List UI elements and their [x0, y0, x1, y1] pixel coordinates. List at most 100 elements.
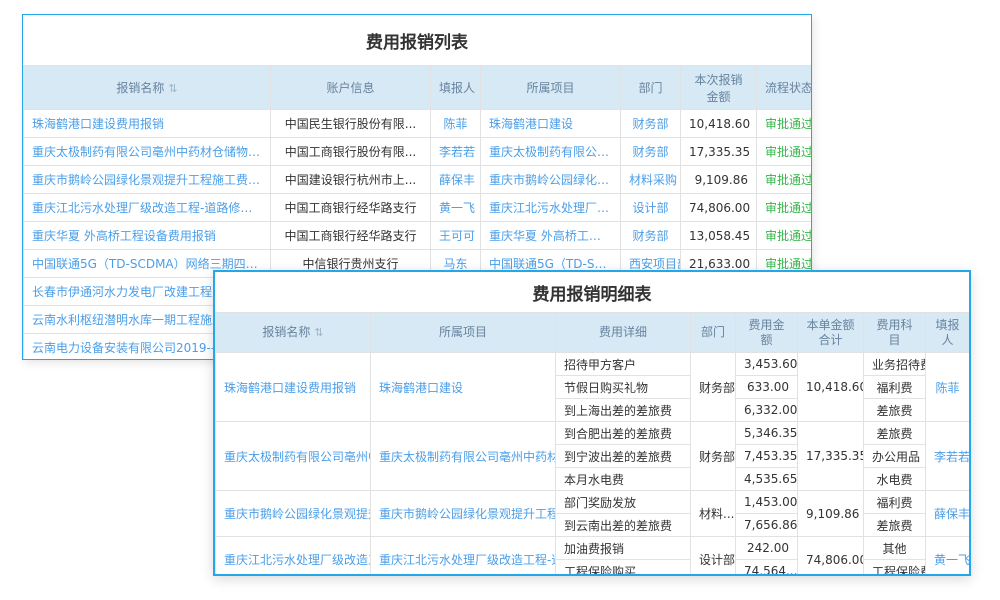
table-row: 重庆市鹅岭公园绿化景观提升工程施工费用报销 中国建设银行杭州市上... 薛保丰 …	[24, 166, 812, 194]
filler-link[interactable]: 黄一飞	[431, 194, 481, 222]
expense-detail-cell: 到宁波出差的差旅费	[556, 445, 691, 468]
col-header-expense-amount: 费用金额	[736, 313, 798, 353]
expense-detail-cell: 工程保险购买	[556, 560, 691, 577]
report-name-link[interactable]: 珠海鹤港口建设费用报销	[24, 110, 271, 138]
project-link[interactable]: 重庆江北污水处理厂级改造工程-道路修复工	[371, 537, 556, 577]
expense-detail-title: 费用报销明细表	[215, 272, 969, 312]
expense-detail-cell: 到上海出差的差旅费	[556, 399, 691, 422]
project-link[interactable]: 重庆市鹅岭公园绿化景观提升工程施工	[371, 491, 556, 537]
col-header-report-name[interactable]: 报销名称⇅	[24, 66, 271, 110]
expense-subject-cell: 差旅费	[864, 514, 926, 537]
sort-icon[interactable]: ⇅	[168, 82, 177, 95]
project-link[interactable]: 珠海鹤港口建设	[481, 110, 621, 138]
col-header-report-name[interactable]: 报销名称⇅	[216, 313, 371, 353]
account-cell: 中国建设银行杭州市上...	[271, 166, 431, 194]
expense-subject-cell: 差旅费	[864, 422, 926, 445]
report-name-link[interactable]: 重庆太极制药有限公司亳州中药材	[216, 422, 371, 491]
total-amount-cell: 74,806.00	[798, 537, 864, 577]
expense-detail-cell: 到合肥出差的差旅费	[556, 422, 691, 445]
expense-subject-cell: 其他	[864, 537, 926, 560]
amount-cell: 13,058.45	[681, 222, 757, 250]
expense-subject-cell: 福利费	[864, 376, 926, 399]
col-header-total-amount: 本单金额合计	[798, 313, 864, 353]
account-cell: 中国工商银行经华路支行	[271, 194, 431, 222]
expense-detail-cell: 节假日购买礼物	[556, 376, 691, 399]
total-amount-cell: 10,418.60	[798, 353, 864, 422]
amount-cell: 74,806.00	[681, 194, 757, 222]
project-link[interactable]: 重庆太极制药有限公司亳州中药材仓储物流	[371, 422, 556, 491]
expense-detail-cell: 到云南出差的差旅费	[556, 514, 691, 537]
table-row: 重庆华夏 外高桥工程设备费用报销 中国工商银行经华路支行 王可可 重庆华夏 外高…	[24, 222, 812, 250]
filler-link[interactable]: 黄一飞	[926, 537, 970, 577]
status-badge: 审批通过	[757, 166, 812, 194]
department-cell: 财务部	[691, 353, 736, 422]
col-header-project: 所属项目	[481, 66, 621, 110]
status-badge: 审批通过	[757, 222, 812, 250]
table-row: 重庆太极制药有限公司亳州中药材仓储物流基地项... 中国工商银行股份有限... …	[24, 138, 812, 166]
expense-detail-cell: 加油费报销	[556, 537, 691, 560]
filler-link[interactable]: 薛保丰	[431, 166, 481, 194]
expense-subject-cell: 工程保险费	[864, 560, 926, 577]
amount-cell: 17,335.35	[681, 138, 757, 166]
expense-amount-cell: 7,453.35	[736, 445, 798, 468]
department-link[interactable]: 财务部	[621, 138, 681, 166]
sort-icon[interactable]: ⇅	[314, 326, 323, 339]
report-name-link[interactable]: 重庆华夏 外高桥工程设备费用报销	[24, 222, 271, 250]
report-name-link[interactable]: 重庆太极制药有限公司亳州中药材仓储物流基地项...	[24, 138, 271, 166]
department-link[interactable]: 财务部	[621, 110, 681, 138]
department-link[interactable]: 设计部	[621, 194, 681, 222]
expense-subject-cell: 水电费	[864, 468, 926, 491]
department-link[interactable]: 材料采购	[621, 166, 681, 194]
account-cell: 中国工商银行经华路支行	[271, 222, 431, 250]
expense-amount-cell: 7,656.86	[736, 514, 798, 537]
expense-amount-cell: 1,453.00	[736, 491, 798, 514]
amount-cell: 10,418.60	[681, 110, 757, 138]
col-header-department: 部门	[691, 313, 736, 353]
report-name-link[interactable]: 重庆市鹅岭公园绿化景观提升工程施工费用报销	[24, 166, 271, 194]
col-header-status: 流程状态	[757, 66, 812, 110]
amount-cell: 9,109.86	[681, 166, 757, 194]
detail-row: 重庆太极制药有限公司亳州中药材 重庆太极制药有限公司亳州中药材仓储物流 到合肥出…	[216, 422, 970, 445]
expense-list-title: 费用报销列表	[23, 15, 811, 65]
total-amount-cell: 17,335.35	[798, 422, 864, 491]
expense-detail-window: 费用报销明细表 报销名称⇅ 所属项目 费用详细 部门 费用金额 本单金额合计 费…	[213, 270, 971, 576]
col-header-expense-subject: 费用科目	[864, 313, 926, 353]
department-cell: 材料...	[691, 491, 736, 537]
expense-amount-cell: 6,332.00	[736, 399, 798, 422]
filler-link[interactable]: 王可可	[431, 222, 481, 250]
project-link[interactable]: 珠海鹤港口建设	[371, 353, 556, 422]
col-header-account-info: 账户信息	[271, 66, 431, 110]
status-badge: 审批通过	[757, 138, 812, 166]
expense-subject-cell: 办公用品	[864, 445, 926, 468]
account-cell: 中国民生银行股份有限...	[271, 110, 431, 138]
filler-link[interactable]: 薛保丰	[926, 491, 970, 537]
expense-amount-cell: 74,564...	[736, 560, 798, 577]
report-name-link[interactable]: 重庆江北污水处理厂级改造工程-	[216, 537, 371, 577]
report-name-link[interactable]: 珠海鹤港口建设费用报销	[216, 353, 371, 422]
project-link[interactable]: 重庆华夏 外高桥工程设备	[481, 222, 621, 250]
expense-amount-cell: 4,535.65	[736, 468, 798, 491]
expense-amount-cell: 242.00	[736, 537, 798, 560]
department-link[interactable]: 财务部	[621, 222, 681, 250]
expense-list-header-row: 报销名称⇅ 账户信息 填报人 所属项目 部门 本次报销金额 流程状态	[24, 66, 812, 110]
col-header-amount: 本次报销金额	[681, 66, 757, 110]
report-name-link[interactable]: 重庆江北污水处理厂级改造工程-道路修复工程费用...	[24, 194, 271, 222]
expense-amount-cell: 633.00	[736, 376, 798, 399]
project-link[interactable]: 重庆江北污水处理厂级改造工...	[481, 194, 621, 222]
expense-detail-table: 报销名称⇅ 所属项目 费用详细 部门 费用金额 本单金额合计 费用科目 填报人 …	[215, 312, 970, 576]
filler-link[interactable]: 陈菲	[926, 353, 970, 422]
expense-amount-cell: 3,453.60	[736, 353, 798, 376]
col-header-filler: 填报人	[926, 313, 970, 353]
report-name-link[interactable]: 重庆市鹅岭公园绿化景观提升工程	[216, 491, 371, 537]
filler-link[interactable]: 李若若	[926, 422, 970, 491]
table-row: 珠海鹤港口建设费用报销 中国民生银行股份有限... 陈菲 珠海鹤港口建设 财务部…	[24, 110, 812, 138]
filler-link[interactable]: 陈菲	[431, 110, 481, 138]
department-cell: 财务部	[691, 422, 736, 491]
project-link[interactable]: 重庆太极制药有限公司亳州中...	[481, 138, 621, 166]
expense-detail-cell: 本月水电费	[556, 468, 691, 491]
detail-row: 重庆江北污水处理厂级改造工程- 重庆江北污水处理厂级改造工程-道路修复工 加油费…	[216, 537, 970, 560]
expense-subject-cell: 福利费	[864, 491, 926, 514]
project-link[interactable]: 重庆市鹅岭公园绿化景观提升...	[481, 166, 621, 194]
filler-link[interactable]: 李若若	[431, 138, 481, 166]
account-cell: 中国工商银行股份有限...	[271, 138, 431, 166]
